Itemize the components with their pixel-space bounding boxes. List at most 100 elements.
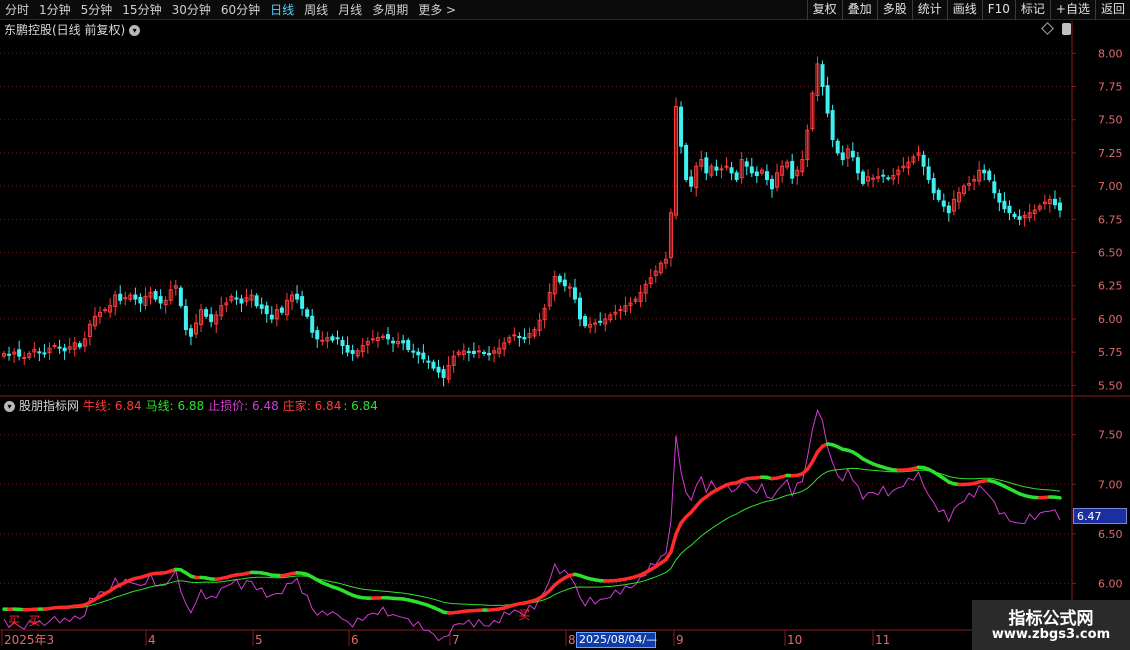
candle-body [987, 170, 992, 180]
candle-body [860, 171, 865, 184]
price-tick-label: 7.00 [1098, 180, 1123, 193]
candle-body [315, 330, 320, 340]
candle-body [153, 291, 158, 300]
candle-body [704, 157, 709, 174]
indicator-tick-label: 7.50 [1098, 429, 1123, 442]
candle-body [770, 178, 774, 190]
candle-body [517, 335, 522, 339]
x-axis-label-5: 8 [568, 633, 576, 647]
candle-body [689, 176, 694, 187]
candle-body [401, 340, 406, 344]
candle-body [764, 171, 769, 180]
candle-body [466, 351, 471, 354]
x-axis-label-1: 4 [148, 633, 156, 647]
candle-body [178, 287, 183, 307]
x-axis-label-3: 6 [351, 633, 359, 647]
price-tick-label: 5.75 [1098, 346, 1123, 359]
candle-body [391, 340, 396, 344]
watermark-title: 指标公式网 [1008, 609, 1094, 629]
bull-line-label: 牛线: 6.84 [83, 399, 142, 413]
indicator-tick-label: 6.50 [1098, 528, 1123, 541]
candle-body [583, 316, 588, 327]
bull-line-segment [1053, 495, 1062, 500]
price-tick-label: 5.50 [1098, 379, 1123, 392]
buy-marker: 买 [8, 614, 20, 628]
candle-body [269, 314, 274, 320]
candle-body [335, 337, 340, 340]
candle-body [183, 305, 188, 331]
candle-body [57, 346, 62, 349]
candle-body [936, 189, 941, 200]
x-axis-label-6: 9 [676, 633, 684, 647]
candle-body [295, 293, 300, 300]
watermark: 指标公式网 www.zbgs3.com [972, 600, 1130, 650]
candle-body [254, 295, 259, 307]
candle-body [820, 64, 825, 87]
candle-body [330, 336, 335, 341]
candle-body [679, 106, 684, 147]
candlesticks [2, 56, 1062, 387]
candle-body [931, 178, 936, 194]
date-cursor-label: 2025/08/04/— [576, 632, 657, 648]
indicator-lines [2, 408, 1062, 642]
candle-body [42, 352, 47, 355]
candle-body [830, 110, 835, 141]
dealer-label: 庄家: 6.84 [282, 399, 342, 413]
candle-body [482, 351, 486, 354]
indicator-name: 股朋指标网 [19, 399, 80, 413]
candle-body [881, 174, 886, 177]
candle-body [1052, 198, 1057, 206]
candle-body [406, 339, 411, 350]
indicator-tick-label: 6.00 [1098, 577, 1123, 590]
candle-body [476, 350, 481, 353]
candle-body [729, 167, 734, 174]
candle-body [598, 320, 603, 323]
price-tick-label: 8.00 [1098, 47, 1123, 60]
candle-body [305, 309, 310, 317]
candle-body [204, 309, 209, 317]
candle-body [77, 343, 82, 348]
chart-frame [0, 21, 1130, 646]
candle-body [300, 296, 305, 309]
candle-body [1002, 200, 1007, 210]
candle-body [264, 305, 269, 315]
candle-body [426, 360, 431, 363]
x-axis-label-8: 11 [875, 633, 891, 647]
candle-body [487, 352, 492, 356]
x-axis-label-4: 7 [452, 633, 460, 647]
candle-body [239, 298, 244, 304]
candle-body [436, 366, 441, 373]
candle-body [840, 152, 845, 161]
candle-body [340, 339, 345, 347]
candle-body [441, 369, 446, 378]
candle-body [416, 351, 421, 356]
candle-body [1017, 216, 1022, 220]
candle-body [1007, 205, 1012, 214]
candle-body [37, 351, 42, 354]
watermark-url: www.zbgs3.com [991, 627, 1111, 642]
candle-body [133, 294, 138, 300]
candle-body [926, 166, 931, 180]
chart-canvas[interactable]: 5.50 5.75 6.00 6.25 6.50 6.75 7.00 7.25 7.50 7.75… [0, 0, 1130, 650]
candle-body [62, 347, 67, 352]
horse-line-label: 马线: 6.88 [145, 399, 205, 413]
candle-body [997, 193, 1002, 203]
candle-body [209, 314, 214, 323]
candle-body [835, 140, 840, 154]
candle-body [234, 297, 239, 300]
candle-body [992, 181, 997, 194]
candle-body [138, 296, 143, 304]
candle-body [724, 165, 729, 168]
candle-body [982, 169, 987, 174]
candle-body [431, 361, 436, 369]
indicator-title[interactable]: ▾ 股朋指标网 牛线: 6.84 马线: 6.88 止损价: 6.48 庄家: … [4, 398, 378, 414]
candle-body [188, 328, 193, 337]
buy-marker: 买 [518, 608, 530, 622]
candle-body [345, 345, 350, 353]
candle-body [52, 345, 57, 348]
chevron-down-icon[interactable]: ▾ [4, 400, 15, 412]
dealer-extra-label: : 6.84 [343, 399, 378, 413]
candle-body [572, 287, 577, 300]
candle-body [259, 304, 264, 309]
indicator-value-badge: 6.47 [1073, 508, 1127, 524]
